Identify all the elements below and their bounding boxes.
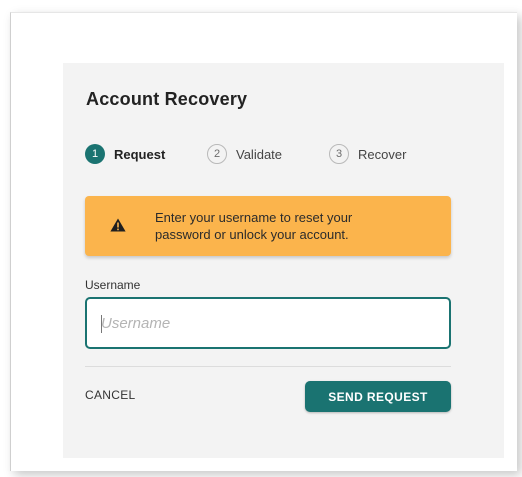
alert-message: Enter your username to reset your passwo… [155,209,435,243]
stepper: 1 Request 2 Validate 3 Recover [85,144,406,164]
dialog-window: Account Recovery 1 Request 2 Validate 3 … [10,12,517,471]
username-field-wrapper [85,297,451,349]
step-number-2: 2 [207,144,227,164]
step-label-validate: Validate [236,146,283,162]
step-label-request: Request [114,146,166,162]
username-label: Username [85,278,141,292]
cancel-button[interactable]: CANCEL [85,388,135,402]
send-request-button[interactable]: SEND REQUEST [305,381,451,412]
username-input[interactable] [87,299,449,347]
divider [85,366,451,367]
step-number-3: 3 [329,144,349,164]
step-label-recover: Recover [358,146,407,162]
warning-icon [110,218,126,232]
page-title: Account Recovery [86,89,248,109]
alert-line-2: password or unlock your account. [155,227,349,242]
account-recovery-card: Account Recovery 1 Request 2 Validate 3 … [63,63,504,458]
warning-alert: Enter your username to reset your passwo… [85,196,451,256]
step-request: 1 Request [85,144,207,164]
text-caret [101,315,102,333]
alert-line-1: Enter your username to reset your [155,210,353,225]
step-validate: 2 Validate [207,144,329,164]
step-recover: 3 Recover [329,144,406,164]
step-number-1: 1 [85,144,105,164]
